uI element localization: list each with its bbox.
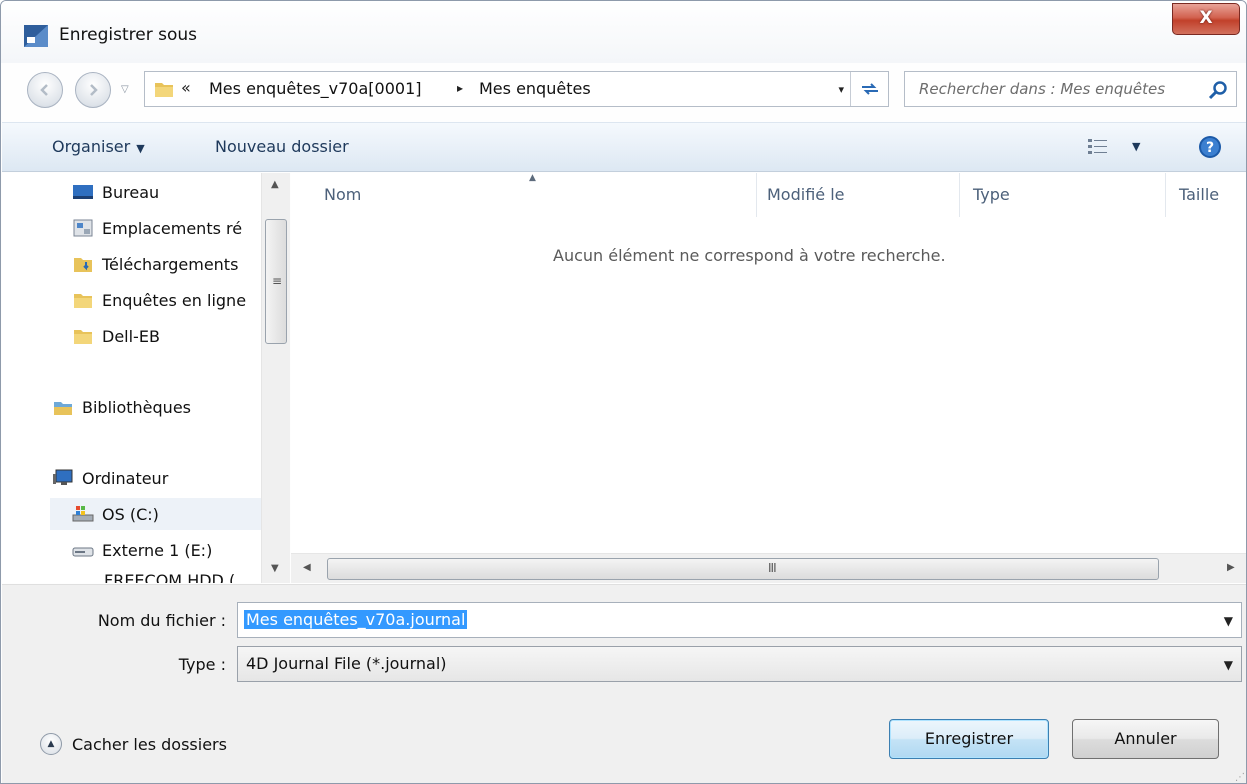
breadcrumb-current[interactable]: Mes enquêtes [479, 79, 591, 98]
scroll-left-icon[interactable]: ◀ [303, 562, 311, 573]
hide-folders-label: Cacher les dossiers [72, 734, 227, 754]
new-folder-button[interactable]: Nouveau dossier [215, 137, 349, 156]
navigation-pane: Bureau Emplacements ré Téléchargements E… [2, 173, 290, 583]
column-header-type[interactable]: Type [973, 185, 1010, 204]
sidebar-item-libraries[interactable]: Bibliothèques [52, 391, 260, 423]
recent-places-icon [73, 219, 93, 237]
filename-label: Nom du fichier : [97, 611, 226, 630]
window-title: Enregistrer sous [59, 25, 197, 45]
filename-value: Mes enquêtes_v70a.journal [244, 610, 468, 629]
views-dropdown-icon[interactable]: ▼ [1132, 140, 1140, 153]
downloads-folder-icon [74, 258, 92, 272]
back-arrow-icon [40, 84, 48, 96]
column-divider[interactable] [1165, 173, 1166, 217]
type-label: Type : [178, 655, 226, 674]
address-bar[interactable]: « Mes enquêtes_v70a[0001] ▸ Mes enquêtes… [144, 71, 889, 107]
sort-ascending-icon: ▲ [529, 173, 536, 183]
sidebar-item-freecom[interactable]: FREECOM HDD ( [104, 567, 260, 583]
resize-grip-icon[interactable]: ⋰ [1235, 772, 1245, 783]
libraries-icon [54, 402, 72, 415]
search-input[interactable]: Rechercher dans : Mes enquêtes [904, 71, 1237, 107]
save-as-dialog: Enregistrer sous X ▽ « Mes enquêtes_v70a… [0, 0, 1247, 784]
sidebar-item-dell-eb[interactable]: Dell-EB [72, 320, 260, 352]
sidebar-item-recent-places[interactable]: Emplacements ré [72, 212, 260, 244]
search-icon[interactable] [1208, 80, 1228, 100]
address-dropdown[interactable]: ▾ [838, 83, 844, 96]
empty-list-message: Aucun élément ne correspond à votre rech… [553, 246, 946, 265]
chevron-down-icon: ▼ [136, 142, 145, 155]
refresh-button[interactable] [850, 72, 888, 106]
horizontal-scroll-thumb[interactable]: III [327, 558, 1159, 580]
sidebar-item-computer[interactable]: Ordinateur [52, 462, 260, 494]
folder-icon [74, 294, 92, 308]
filename-input[interactable]: Mes enquêtes_v70a.journal ▼ [237, 602, 1242, 638]
app-icon [24, 25, 48, 47]
title-bar[interactable]: Enregistrer sous X [1, 1, 1246, 63]
close-button[interactable]: X [1172, 3, 1240, 35]
column-header-modified[interactable]: Modifié le [767, 185, 845, 204]
save-button[interactable]: Enregistrer [889, 719, 1049, 759]
search-placeholder: Rechercher dans : Mes enquêtes [919, 80, 1166, 98]
hide-folders-toggle[interactable]: ▲ Cacher les dossiers [40, 733, 227, 755]
folder-icon [74, 330, 92, 344]
folder-icon [155, 83, 173, 97]
column-header-size[interactable]: Taille [1179, 185, 1219, 204]
organize-menu[interactable]: Organiser ▼ [52, 137, 145, 156]
save-form: Nom du fichier : Mes enquêtes_v70a.journ… [2, 584, 1246, 783]
command-toolbar: Organiser ▼ Nouveau dossier ▼ ? [2, 122, 1246, 172]
scroll-right-icon[interactable]: ▶ [1227, 562, 1235, 573]
sidebar-item-os-drive[interactable]: OS (C:) [50, 498, 261, 530]
sidebar-item-external-e[interactable]: Externe 1 (E:) [72, 534, 260, 566]
breadcrumb-parent[interactable]: Mes enquêtes_v70a[0001] [209, 79, 421, 98]
computer-icon [53, 469, 73, 485]
cancel-button[interactable]: Annuler [1072, 719, 1219, 759]
file-type-select[interactable]: 4D Journal File (*.journal) ▼ [237, 646, 1242, 682]
file-list-horizontal-scrollbar[interactable]: ◀ III ▶ [291, 553, 1246, 583]
refresh-icon [861, 83, 878, 95]
collapse-up-icon: ▲ [40, 733, 62, 755]
navigation-bar: ▽ « Mes enquêtes_v70a[0001] ▸ Mes enquêt… [1, 63, 1246, 115]
scroll-down-icon[interactable]: ▼ [271, 563, 279, 574]
file-list[interactable]: ▲ Nom Modifié le Type Taille Aucun éléme… [291, 173, 1246, 583]
chevron-down-icon[interactable]: ▼ [1224, 658, 1233, 672]
column-divider[interactable] [959, 173, 960, 217]
sidebar-item-downloads[interactable]: Téléchargements [72, 248, 260, 280]
desktop-icon [73, 185, 93, 199]
recent-pages-dropdown[interactable]: ▽ [121, 84, 129, 95]
chevron-down-icon[interactable]: ▼ [1224, 614, 1233, 628]
column-divider[interactable] [756, 173, 757, 217]
forward-arrow-icon [90, 84, 98, 96]
system-drive-icon [72, 506, 94, 522]
sidebar-item-desktop[interactable]: Bureau [72, 176, 260, 208]
breadcrumb-separator[interactable]: ▸ [457, 81, 463, 95]
sidebar-scroll-thumb[interactable]: ≡ [265, 219, 287, 344]
file-type-value: 4D Journal File (*.journal) [246, 654, 447, 673]
forward-button[interactable] [75, 72, 111, 108]
sidebar-scrollbar[interactable]: ▲ ≡ ▼ [261, 173, 290, 583]
external-drive-icon [72, 547, 94, 557]
organize-label: Organiser [52, 137, 131, 156]
grip-icon: ≡ [272, 274, 283, 288]
scroll-up-icon[interactable]: ▲ [271, 179, 279, 190]
back-button[interactable] [27, 72, 63, 108]
help-icon[interactable]: ? [1198, 135, 1222, 159]
views-icon[interactable] [1087, 137, 1109, 157]
svg-text:?: ? [1206, 140, 1214, 156]
column-header-name[interactable]: Nom [324, 185, 361, 204]
grip-icon: III [768, 561, 777, 575]
address-overflow-chevron[interactable]: « [181, 78, 191, 97]
sidebar-item-online-surveys[interactable]: Enquêtes en ligne [72, 284, 260, 316]
